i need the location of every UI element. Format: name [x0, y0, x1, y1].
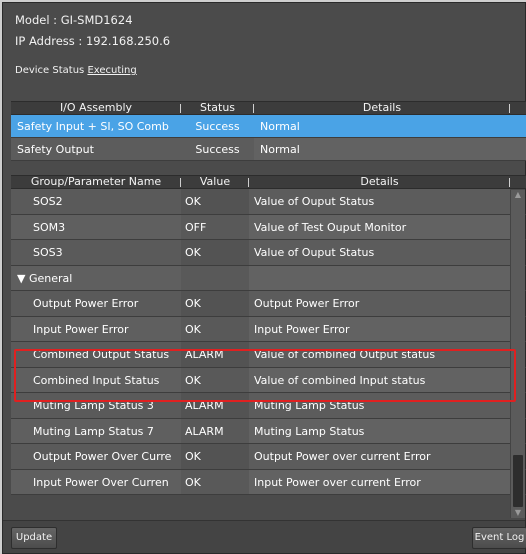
param-name: Combined Output Status	[11, 342, 181, 367]
assembly-spare	[510, 115, 526, 137]
param-value: OK	[181, 189, 249, 214]
table-row[interactable]: Muting Lamp Status 3 ALARM Muting Lamp S…	[11, 393, 526, 419]
param-value: ALARM	[181, 418, 249, 443]
param-details: Muting Lamp Status	[249, 393, 510, 418]
table-row[interactable]: SOS2 OK Value of Ouput Status	[11, 189, 526, 215]
table-row[interactable]: Output Power Over Curre OK Output Power …	[11, 444, 526, 470]
param-details: Input Power Error	[249, 316, 510, 341]
param-details: Output Power over current Error	[249, 444, 510, 469]
col-param-details[interactable]: Details	[249, 176, 510, 188]
event-log-button[interactable]: Event Log	[472, 527, 526, 549]
param-value: OFF	[181, 214, 249, 239]
table-row[interactable]: Input Power Over Curren OK Input Power o…	[11, 469, 526, 495]
table-row[interactable]: Safety Output Success Normal	[11, 138, 526, 161]
col-param-spare	[510, 176, 526, 188]
param-details: Value of combined Output status	[249, 342, 510, 367]
ip-address-label: IP Address : 192.168.250.6	[15, 34, 171, 48]
param-details: Value of Ouput Status	[249, 240, 510, 265]
table-row[interactable]: SOS3 OK Value of Ouput Status	[11, 240, 526, 266]
param-name: Muting Lamp Status 3	[11, 393, 181, 418]
group-name[interactable]: ▼ General	[11, 265, 181, 290]
param-name: Input Power Over Curren	[11, 469, 181, 494]
scroll-up-icon[interactable]: ▲	[511, 190, 525, 200]
param-value: ALARM	[181, 342, 249, 367]
param-value: OK	[181, 367, 249, 392]
device-status-window: Model : GI-SMD1624 IP Address : 192.168.…	[2, 2, 526, 554]
col-details[interactable]: Details	[254, 102, 510, 114]
table-row[interactable]: Input Power Error OK Input Power Error	[11, 316, 526, 342]
param-name: Input Power Error	[11, 316, 181, 341]
table-row[interactable]: Combined Input Status OK Value of combin…	[11, 367, 526, 393]
param-name: Output Power Over Curre	[11, 444, 181, 469]
param-name: SOM3	[11, 214, 181, 239]
param-value	[181, 265, 249, 290]
scroll-thumb[interactable]	[513, 455, 523, 507]
param-value: OK	[181, 316, 249, 341]
col-spare	[510, 102, 526, 114]
param-details: Input Power over current Error	[249, 469, 510, 494]
device-status-value[interactable]: Executing	[87, 65, 136, 76]
footer-bar: Update Event Log	[3, 520, 526, 553]
param-name: SOS2	[11, 189, 181, 214]
table-row[interactable]: Safety Input + SI, SO Comb Success Norma…	[11, 115, 526, 138]
param-name: Muting Lamp Status 7	[11, 418, 181, 443]
group-row-general[interactable]: ▼ General	[11, 265, 526, 291]
device-status-label: Device Status	[15, 65, 85, 76]
scroll-down-icon[interactable]: ▼	[511, 508, 525, 518]
assembly-status: Success	[181, 115, 254, 137]
param-value: OK	[181, 291, 249, 316]
assembly-details: Normal	[254, 115, 510, 137]
table-row[interactable]: Combined Output Status ALARM Value of co…	[11, 342, 526, 368]
param-name: Output Power Error	[11, 291, 181, 316]
param-details: Value of combined Input status	[249, 367, 510, 392]
param-value: OK	[181, 469, 249, 494]
param-details: Muting Lamp Status	[249, 418, 510, 443]
table-row[interactable]: SOM3 OFF Value of Test Ouput Monitor	[11, 214, 526, 240]
assembly-spare	[510, 138, 526, 160]
parameter-scrollbar[interactable]: ▲ ▼	[510, 190, 525, 518]
col-group-parameter-name[interactable]: Group/Parameter Name	[11, 176, 181, 188]
param-name: Combined Input Status	[11, 367, 181, 392]
param-name: SOS3	[11, 240, 181, 265]
col-io-assembly[interactable]: I/O Assembly	[11, 102, 181, 114]
param-value: OK	[181, 444, 249, 469]
param-value: ALARM	[181, 393, 249, 418]
param-details: Value of Test Ouput Monitor	[249, 214, 510, 239]
parameter-header: Group/Parameter Name Value Details	[11, 175, 526, 189]
table-row[interactable]: Output Power Error OK Output Power Error	[11, 291, 526, 317]
param-value: OK	[181, 240, 249, 265]
table-row[interactable]: Muting Lamp Status 7 ALARM Muting Lamp S…	[11, 418, 526, 444]
model-label: Model : GI-SMD1624	[15, 13, 133, 27]
assembly-name: Safety Output	[11, 138, 181, 160]
assembly-details: Normal	[254, 138, 510, 160]
assembly-name: Safety Input + SI, SO Comb	[11, 115, 181, 137]
parameter-table: Group/Parameter Name Value Details SOS2 …	[11, 175, 526, 495]
param-details	[249, 265, 510, 290]
param-details: Output Power Error	[249, 291, 510, 316]
update-button[interactable]: Update	[11, 527, 57, 549]
device-status: Device Status Executing	[15, 65, 137, 76]
col-value[interactable]: Value	[181, 176, 249, 188]
assembly-status: Success	[181, 138, 254, 160]
io-assembly-table: I/O Assembly Status Details Safety Input…	[11, 101, 526, 161]
io-assembly-header: I/O Assembly Status Details	[11, 101, 526, 115]
param-details: Value of Ouput Status	[249, 189, 510, 214]
col-status[interactable]: Status	[181, 102, 254, 114]
